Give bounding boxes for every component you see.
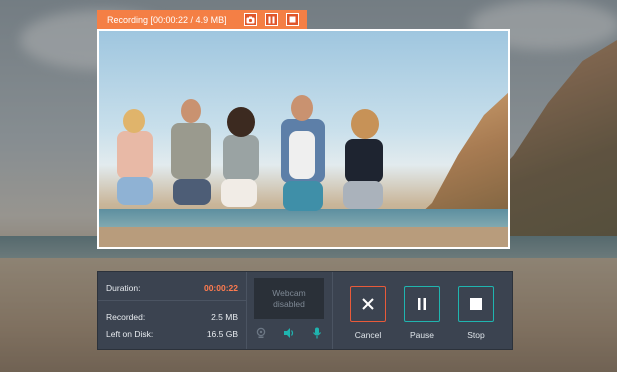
microphone-icon[interactable] [310,326,324,340]
person-figure [221,179,257,207]
person-head [351,109,379,139]
duration-label: Duration: [106,283,141,293]
person-head [227,107,255,137]
camera-icon[interactable] [244,13,257,26]
webcam-status-line1: Webcam [272,287,306,298]
recorded-label: Recorded: [106,312,146,322]
divider [332,272,333,349]
stop-button[interactable] [458,286,494,322]
cancel-label: Cancel [354,330,382,340]
pause-label: Pause [409,330,435,340]
person-figure [171,123,211,179]
person-head [123,109,145,133]
speaker-icon[interactable] [282,326,296,340]
recording-bar[interactable]: Recording [00:00:22 / 4.9 MB] [97,10,307,29]
person-figure [345,139,383,183]
disk-row: Left on Disk: 16.5 GB [106,329,238,339]
control-panel: Duration: 00:00:22 Recorded: 2.5 MB Left… [97,271,513,350]
stop-icon[interactable] [286,13,299,26]
person-figure [173,179,211,205]
webcam-controls [254,326,324,340]
disk-label: Left on Disk: [106,329,154,339]
person-figure [117,177,153,205]
duration-row: Duration: 00:00:22 [106,283,238,293]
divider [98,300,246,301]
person-figure [289,131,315,179]
recorded-value: 2.5 MB [211,312,238,322]
person-head [291,95,313,121]
webcam-preview: Webcam disabled [254,278,324,319]
webcam-status-line2: disabled [273,298,305,309]
recording-status: Recording [00:00:22 / 4.9 MB] [107,14,227,25]
person-figure [223,135,259,181]
stop-label: Stop [467,330,485,340]
person-figure [343,181,383,209]
pause-icon [418,298,426,310]
person-figure [283,181,323,211]
pause-icon[interactable] [265,13,278,26]
recorded-row: Recorded: 2.5 MB [106,312,238,322]
duration-value: 00:00:22 [203,283,238,293]
cancel-button[interactable] [350,286,386,322]
recording-info: Duration: 00:00:22 Recorded: 2.5 MB Left… [98,272,246,349]
disk-value: 16.5 GB [206,329,238,339]
stop-icon [470,298,482,310]
beach [99,227,508,247]
divider [246,272,247,349]
capture-area[interactable] [97,29,510,249]
person-figure [117,131,153,179]
close-icon [362,298,374,310]
webcam-icon[interactable] [254,326,268,340]
pause-button[interactable] [404,286,440,322]
person-head [181,99,201,123]
